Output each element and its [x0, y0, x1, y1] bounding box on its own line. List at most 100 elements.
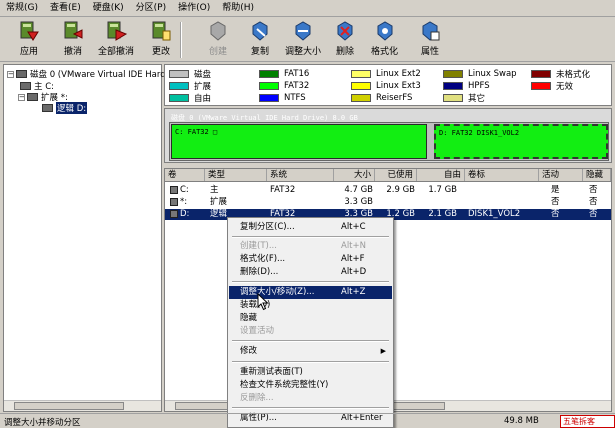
changes-button[interactable]: 更改: [150, 20, 172, 60]
column-header-size[interactable]: 大小: [334, 169, 375, 181]
properties-button[interactable]: 属性: [419, 20, 441, 60]
undo-all-button[interactable]: 全部撤消: [98, 20, 134, 60]
column-header-label[interactable]: 卷标: [465, 169, 539, 181]
tree-item-disk[interactable]: − 磁盘 0 (VMware Virtual IDE Hard: [7, 68, 166, 80]
menu-item-modify[interactable]: 修改 ▶: [229, 345, 392, 358]
collapse-icon[interactable]: −: [7, 70, 14, 78]
legend-swatch: [443, 93, 463, 102]
partition-icon: [42, 104, 53, 112]
legend-swatch: [259, 81, 279, 90]
delete-button[interactable]: 删除: [334, 20, 356, 60]
partition-icon: [27, 93, 38, 101]
legend-item: 扩展: [169, 80, 211, 92]
filesystem-legend: 磁盘 FAT16 Linux Ext2 Linux Swap 未格式化 扩展 F…: [164, 64, 612, 106]
menu-bar: 常规(G) 查看(E) 硬盘(K) 分区(P) 操作(O) 帮助(H): [0, 0, 615, 17]
menu-disk[interactable]: 硬盘(K): [87, 0, 130, 17]
legend-swatch: [351, 69, 371, 78]
delete-icon: [337, 21, 353, 41]
undo-icon: [64, 21, 83, 39]
legend-item: 自由: [169, 92, 211, 104]
menu-help[interactable]: 帮助(H): [216, 0, 260, 17]
menu-separator: [232, 361, 389, 363]
list-header: 卷 类型 系统 大小 已使用 自由 卷标 活动 隐藏: [165, 169, 611, 182]
legend-swatch: [259, 69, 279, 78]
menu-item-set-active[interactable]: 设置活动: [229, 325, 392, 338]
menu-item-undelete[interactable]: 反删除...: [229, 392, 392, 405]
menu-separator: [232, 236, 389, 238]
disk-tree[interactable]: − 磁盘 0 (VMware Virtual IDE Hard 主 C: − 扩…: [3, 64, 166, 412]
legend-item: 无效: [531, 80, 573, 92]
changes-icon: [152, 21, 171, 41]
legend-swatch: [531, 69, 551, 78]
status-free-space: 49.8 MB: [504, 416, 539, 426]
collapse-icon[interactable]: −: [18, 93, 25, 101]
partition-block-d[interactable]: D: FAT32 DISK1_VOL2: [434, 124, 608, 159]
partition-icon: [20, 82, 31, 90]
legend-swatch: [169, 69, 189, 78]
mouse-cursor-icon: [257, 293, 269, 311]
menu-item-create[interactable]: 创建(T)... Alt+N: [229, 240, 392, 253]
apply-button[interactable]: 应用: [18, 20, 40, 60]
legend-item: ReiserFS: [351, 92, 412, 103]
legend-item: FAT32: [259, 80, 309, 91]
legend-item: 未格式化: [531, 68, 590, 80]
column-header-hidden[interactable]: 隐藏: [583, 169, 611, 181]
menu-item-delete[interactable]: 删除(D)... Alt+D: [229, 266, 392, 279]
menu-view[interactable]: 查看(E): [44, 0, 87, 17]
resize-button[interactable]: 调整大小: [285, 20, 321, 60]
menu-item-resize-move[interactable]: 调整大小/移动(Z)... Alt+Z: [229, 286, 392, 299]
menu-separator: [232, 340, 389, 342]
column-header-system[interactable]: 系统: [267, 169, 334, 181]
create-button[interactable]: 创建: [207, 20, 229, 60]
menu-item-mount[interactable]: 装载(O): [229, 299, 392, 312]
partition-block-c[interactable]: C: FAT32 □: [171, 124, 427, 159]
properties-icon: [422, 21, 440, 41]
undo-button[interactable]: 撤消: [62, 20, 84, 60]
menu-separator: [232, 281, 389, 283]
disk-icon: [16, 70, 27, 78]
legend-item: Linux Ext2: [351, 68, 421, 79]
legend-swatch: [259, 93, 279, 102]
menu-separator: [232, 407, 389, 409]
menu-item-copy-partition[interactable]: 复制分区(C)... Alt+C: [229, 221, 392, 234]
menu-item-check-filesystem[interactable]: 检查文件系统完整性(Y): [229, 379, 392, 392]
table-row[interactable]: *: 扩展 3.3 GB 否 否: [165, 197, 611, 208]
legend-swatch: [443, 81, 463, 90]
legend-item: Linux Swap: [443, 68, 517, 79]
tree-horizontal-scrollbar[interactable]: [4, 400, 161, 411]
submenu-arrow-icon: ▶: [380, 347, 386, 355]
legend-item: HPFS: [443, 80, 490, 91]
legend-swatch: [169, 81, 189, 90]
legend-item: FAT16: [259, 68, 309, 79]
menu-general[interactable]: 常规(G): [0, 0, 44, 17]
status-text: 调整大小并移动分区: [4, 418, 81, 428]
drive-icon: [170, 210, 178, 218]
menu-operations[interactable]: 操作(O): [172, 0, 216, 17]
status-bar: 调整大小并移动分区 49.8 MB 五笔拆客: [0, 413, 615, 428]
table-row[interactable]: C: 主 FAT32 4.7 GB 2.9 GB 1.7 GB 是 否: [165, 185, 611, 196]
legend-swatch: [169, 93, 189, 102]
format-button[interactable]: 格式化: [371, 20, 398, 60]
legend-item: 磁盘: [169, 68, 211, 80]
scrollbar-thumb[interactable]: [14, 402, 124, 410]
legend-swatch: [531, 81, 551, 90]
column-header-free[interactable]: 自由: [417, 169, 465, 181]
menu-item-format[interactable]: 格式化(F)... Alt+F: [229, 253, 392, 266]
legend-item: NTFS: [259, 92, 306, 103]
menu-item-retest-surface[interactable]: 重新测试表面(T): [229, 366, 392, 379]
menu-item-hide[interactable]: 隐藏: [229, 312, 392, 325]
tree-item-logical[interactable]: 逻辑 D:: [42, 102, 88, 114]
extended-partition-block: C: FAT32 □ D: FAT32 DISK1_VOL2: [169, 122, 609, 161]
column-header-active[interactable]: 活动: [539, 169, 583, 181]
undo-all-icon: [107, 21, 127, 41]
legend-item: 其它: [443, 92, 485, 104]
create-icon: [210, 21, 226, 41]
watermark-logo: 五笔拆客: [560, 415, 615, 428]
copy-button[interactable]: 复制: [249, 20, 271, 60]
apply-icon: [20, 21, 39, 41]
copy-icon: [252, 21, 268, 41]
column-header-used[interactable]: 已使用: [375, 169, 417, 181]
column-header-type[interactable]: 类型: [205, 169, 267, 181]
menu-partition[interactable]: 分区(P): [130, 0, 172, 17]
column-header-volume[interactable]: 卷: [165, 169, 205, 181]
